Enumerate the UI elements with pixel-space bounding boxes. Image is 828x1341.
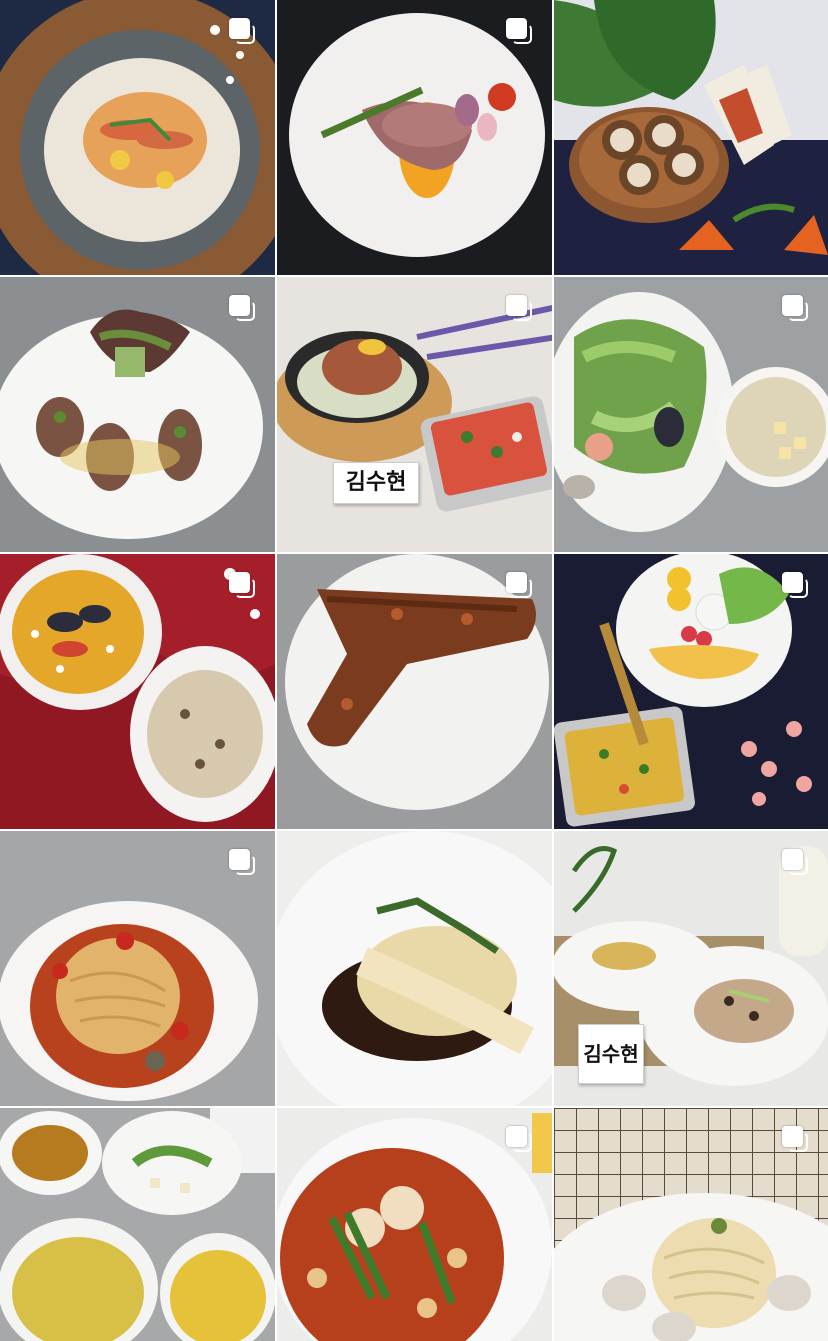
multiple-photos-icon (506, 1126, 536, 1156)
post-11-chicken-over-pasta[interactable] (277, 831, 552, 1106)
post-6-seafood-salad-soup[interactable] (554, 277, 828, 552)
post-10-tomato-spaghetti[interactable] (0, 831, 275, 1106)
post-14-scallops-tomato[interactable] (277, 1108, 552, 1341)
multiple-photos-icon (782, 849, 812, 879)
multiple-photos-icon (229, 295, 259, 325)
multiple-photos-icon (782, 572, 812, 602)
post-2-duck-breast[interactable] (277, 0, 552, 275)
name-card: 김수현 (333, 462, 419, 504)
multiple-photos-icon (782, 295, 812, 325)
multiple-photos-icon (229, 18, 259, 48)
post-11-photo (277, 831, 552, 1106)
post-3-cream-rolls[interactable] (554, 0, 828, 275)
multiple-photos-icon (229, 572, 259, 602)
post-13-soups-salad[interactable] (0, 1108, 275, 1341)
post-8-glazed-pork-rib[interactable] (277, 554, 552, 829)
multiple-photos-icon (506, 572, 536, 602)
post-13-photo (0, 1108, 275, 1341)
post-1-shrimp-papillote[interactable] (0, 0, 275, 275)
post-15-clam-pasta[interactable] (554, 1108, 828, 1341)
multiple-photos-icon (782, 1126, 812, 1156)
post-3-photo (554, 0, 828, 275)
post-4-meat-quenelles[interactable] (0, 277, 275, 552)
multiple-photos-icon (506, 18, 536, 48)
post-7-paella-risotto[interactable] (0, 554, 275, 829)
post-12-two-plates[interactable]: 김수현 (554, 831, 828, 1106)
photo-grid: 김수현 김수현 (0, 0, 828, 1341)
multiple-photos-icon (506, 295, 536, 325)
multiple-photos-icon (229, 849, 259, 879)
post-5-roast-chicken-skillet[interactable]: 김수현 (277, 277, 552, 552)
name-card: 김수현 (578, 1024, 644, 1084)
post-9-brunch-frittata[interactable] (554, 554, 828, 829)
